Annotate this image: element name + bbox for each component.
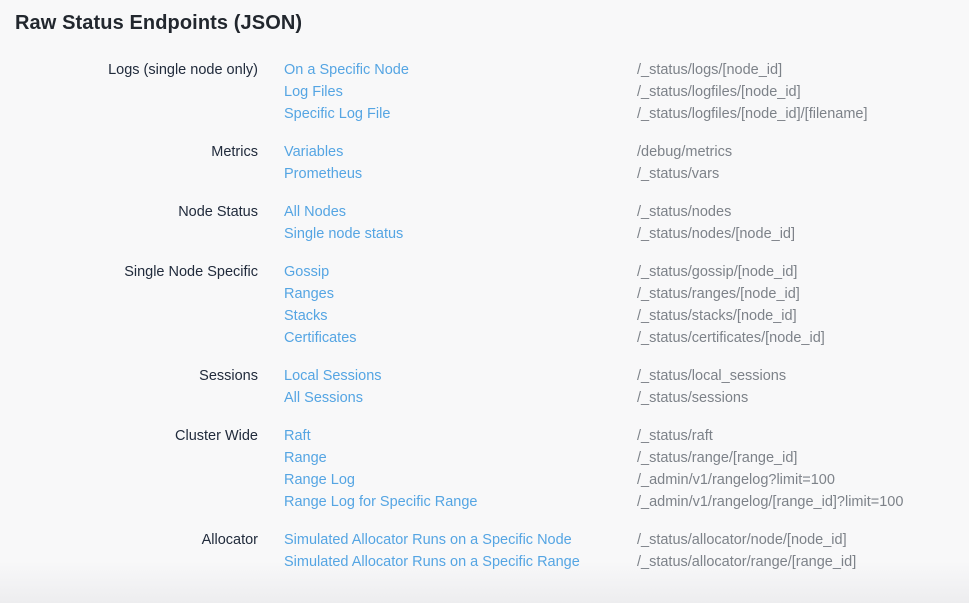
endpoint-path: /_status/raft: [637, 425, 713, 447]
endpoint-row: Variables /debug/metrics: [284, 141, 969, 163]
endpoint-link[interactable]: Local Sessions: [284, 365, 637, 387]
group-label: Logs (single node only): [0, 59, 258, 81]
endpoint-link[interactable]: Prometheus: [284, 163, 637, 185]
page-title: Raw Status Endpoints (JSON): [0, 12, 969, 35]
group-entries: Gossip /_status/gossip/[node_id] Ranges …: [284, 261, 969, 349]
endpoint-path: /debug/metrics: [637, 141, 732, 163]
endpoint-group-node-status: Node Status All Nodes /_status/nodes Sin…: [0, 201, 969, 245]
endpoint-row: Raft /_status/raft: [284, 425, 969, 447]
group-entries: On a Specific Node /_status/logs/[node_i…: [284, 59, 969, 125]
endpoint-group-single-node-specific: Single Node Specific Gossip /_status/gos…: [0, 261, 969, 349]
group-label: Node Status: [0, 201, 258, 223]
group-entries: Raft /_status/raft Range /_status/range/…: [284, 425, 969, 513]
endpoint-link[interactable]: Raft: [284, 425, 637, 447]
endpoint-path: /_status/gossip/[node_id]: [637, 261, 797, 283]
endpoint-link[interactable]: Range Log: [284, 469, 637, 491]
endpoint-row: Range Log /_admin/v1/rangelog?limit=100: [284, 469, 969, 491]
group-label: Single Node Specific: [0, 261, 258, 283]
endpoint-path: /_status/ranges/[node_id]: [637, 283, 800, 305]
group-label: Metrics: [0, 141, 258, 163]
endpoint-path: /_status/nodes/[node_id]: [637, 223, 795, 245]
endpoint-link[interactable]: All Sessions: [284, 387, 637, 409]
endpoint-row: All Sessions /_status/sessions: [284, 387, 969, 409]
endpoint-path: /_status/logfiles/[node_id]: [637, 81, 801, 103]
group-label: Cluster Wide: [0, 425, 258, 447]
endpoint-path: /_status/local_sessions: [637, 365, 786, 387]
group-label: Sessions: [0, 365, 258, 387]
endpoint-path: /_status/nodes: [637, 201, 731, 223]
endpoint-link[interactable]: On a Specific Node: [284, 59, 637, 81]
endpoint-path: /_admin/v1/rangelog?limit=100: [637, 469, 835, 491]
endpoint-link[interactable]: Simulated Allocator Runs on a Specific R…: [284, 551, 637, 573]
group-entries: Local Sessions /_status/local_sessions A…: [284, 365, 969, 409]
endpoint-link[interactable]: Range: [284, 447, 637, 469]
endpoint-link[interactable]: Stacks: [284, 305, 637, 327]
group-entries: Variables /debug/metrics Prometheus /_st…: [284, 141, 969, 185]
endpoint-row: Range /_status/range/[range_id]: [284, 447, 969, 469]
endpoint-path: /_status/sessions: [637, 387, 748, 409]
endpoint-link[interactable]: Simulated Allocator Runs on a Specific N…: [284, 529, 637, 551]
endpoint-row: Gossip /_status/gossip/[node_id]: [284, 261, 969, 283]
endpoint-path: /_status/vars: [637, 163, 719, 185]
endpoint-row: Simulated Allocator Runs on a Specific N…: [284, 529, 969, 551]
endpoint-group-allocator: Allocator Simulated Allocator Runs on a …: [0, 529, 969, 573]
group-entries: All Nodes /_status/nodes Single node sta…: [284, 201, 969, 245]
endpoint-row: Single node status /_status/nodes/[node_…: [284, 223, 969, 245]
endpoint-path: /_status/logs/[node_id]: [637, 59, 782, 81]
endpoint-row: Specific Log File /_status/logfiles/[nod…: [284, 103, 969, 125]
endpoint-path: /_status/allocator/node/[node_id]: [637, 529, 847, 551]
endpoint-link[interactable]: Log Files: [284, 81, 637, 103]
endpoint-link[interactable]: Range Log for Specific Range: [284, 491, 637, 513]
endpoint-link[interactable]: Variables: [284, 141, 637, 163]
group-entries: Simulated Allocator Runs on a Specific N…: [284, 529, 969, 573]
endpoint-row: Log Files /_status/logfiles/[node_id]: [284, 81, 969, 103]
endpoint-row: Range Log for Specific Range /_admin/v1/…: [284, 491, 969, 513]
endpoint-link[interactable]: Certificates: [284, 327, 637, 349]
endpoint-path: /_status/logfiles/[node_id]/[filename]: [637, 103, 868, 125]
endpoint-path: /_status/stacks/[node_id]: [637, 305, 797, 327]
endpoint-link[interactable]: Single node status: [284, 223, 637, 245]
endpoint-group-logs: Logs (single node only) On a Specific No…: [0, 59, 969, 125]
endpoint-row: Prometheus /_status/vars: [284, 163, 969, 185]
endpoint-group-metrics: Metrics Variables /debug/metrics Prometh…: [0, 141, 969, 185]
endpoint-link[interactable]: Gossip: [284, 261, 637, 283]
endpoint-group-cluster-wide: Cluster Wide Raft /_status/raft Range /_…: [0, 425, 969, 513]
endpoint-path: /_status/range/[range_id]: [637, 447, 797, 469]
endpoint-path: /_status/allocator/range/[range_id]: [637, 551, 856, 573]
endpoint-path: /_admin/v1/rangelog/[range_id]?limit=100: [637, 491, 903, 513]
endpoint-row: Local Sessions /_status/local_sessions: [284, 365, 969, 387]
endpoint-group-sessions: Sessions Local Sessions /_status/local_s…: [0, 365, 969, 409]
endpoint-link[interactable]: All Nodes: [284, 201, 637, 223]
endpoint-row: On a Specific Node /_status/logs/[node_i…: [284, 59, 969, 81]
endpoint-row: Ranges /_status/ranges/[node_id]: [284, 283, 969, 305]
group-label: Allocator: [0, 529, 258, 551]
endpoint-row: Certificates /_status/certificates/[node…: [284, 327, 969, 349]
endpoint-row: All Nodes /_status/nodes: [284, 201, 969, 223]
endpoint-link[interactable]: Specific Log File: [284, 103, 637, 125]
debug-endpoints-page: Raw Status Endpoints (JSON) Logs (single…: [0, 0, 969, 603]
endpoint-row: Simulated Allocator Runs on a Specific R…: [284, 551, 969, 573]
endpoint-row: Stacks /_status/stacks/[node_id]: [284, 305, 969, 327]
endpoint-link[interactable]: Ranges: [284, 283, 637, 305]
endpoint-path: /_status/certificates/[node_id]: [637, 327, 825, 349]
